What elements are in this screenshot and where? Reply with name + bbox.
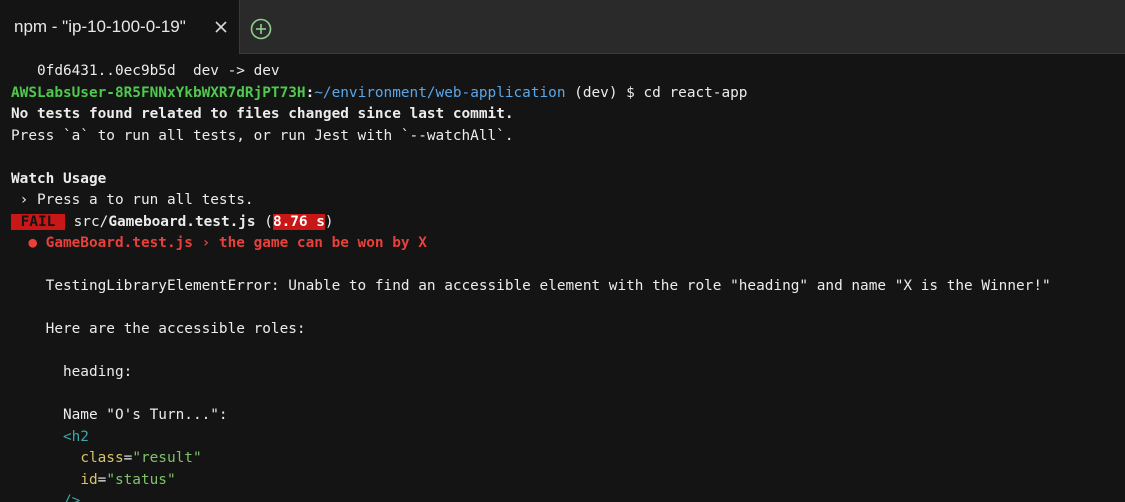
prompt-path: ~/environment/web-application (314, 84, 566, 101)
no-tests-line: No tests found related to files changed … (11, 106, 514, 122)
terminal-window: npm - "ip-10-100-0-19" · · · · · · · · 0… (0, 0, 1125, 502)
prompt-branch: (dev) $ (565, 84, 644, 101)
attr-indent (11, 472, 80, 488)
test-error-title: ● GameBoard.test.js › the game can be wo… (11, 235, 427, 251)
git-output-line: 0fd6431..0ec9b5d dev -> dev (11, 63, 280, 79)
tab-npm[interactable]: npm - "ip-10-100-0-19" (0, 0, 240, 54)
role-name-line: Name "O's Turn...": (11, 407, 228, 423)
roles-intro-line: Here are the accessible roles: (11, 321, 306, 337)
test-file-name: Gameboard.test.js (108, 213, 256, 230)
prompt-line: AWSLabsUser-8R5FNNxYkbWXR7dRjPT73H:~/env… (11, 83, 747, 105)
role-heading-line: heading: (11, 364, 133, 380)
tab-bar: npm - "ip-10-100-0-19" (0, 0, 1125, 54)
attr-eq: = (97, 471, 107, 488)
attr-id-name: id (80, 471, 98, 488)
test-file-dir: src/ (64, 213, 109, 230)
attr-class-value: "result" (132, 450, 202, 466)
time-open: ( (255, 213, 273, 230)
error-message-line: TestingLibraryElementError: Unable to fi… (11, 278, 1051, 294)
close-icon[interactable] (214, 20, 228, 34)
attr-indent (11, 450, 80, 466)
attr-class-name: class (80, 450, 124, 466)
watch-usage-heading: Watch Usage (11, 170, 107, 187)
prompt-command: cd react-app (643, 84, 748, 101)
terminal-output[interactable]: · · · · · · · · 0fd6431..0ec9b5d dev -> … (0, 54, 1125, 502)
tab-title: npm - "ip-10-100-0-19" (14, 17, 186, 36)
time-close: ) (324, 213, 334, 230)
prompt-separator: : (305, 84, 315, 101)
press-hint-line: Press `a` to run all tests, or run Jest … (11, 127, 514, 144)
watch-usage-item: › Press a to run all tests. (11, 192, 254, 208)
test-duration-badge: 8.76 s (272, 213, 325, 230)
test-result-line: FAIL src/Gameboard.test.js (8.76 s) (11, 212, 334, 234)
html-tag-open: <h2 (11, 428, 89, 445)
attr-id-value: "status" (106, 471, 176, 488)
fail-badge: FAIL (11, 213, 65, 230)
attr-class-line: class="result" (11, 448, 202, 470)
prompt-user: AWSLabsUser-8R5FNNxYkbWXR7dRjPT73H (11, 84, 306, 101)
attr-eq: = (123, 450, 133, 466)
html-tag-close: /> (11, 493, 81, 502)
add-circle-icon[interactable] (250, 18, 272, 40)
attr-id-line: id="status" (11, 470, 176, 492)
